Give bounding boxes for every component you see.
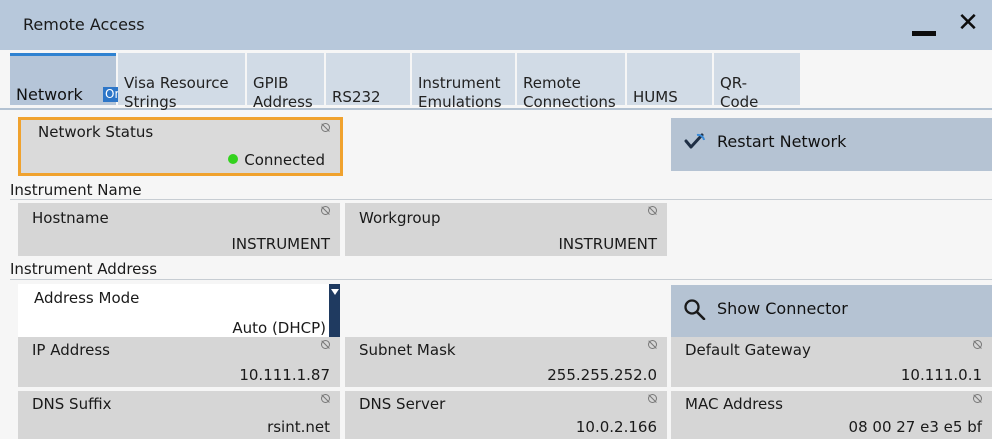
address-mode-label: Address Mode [34,289,140,307]
workgroup-field[interactable]: Workgroup INSTRUMENT [345,203,667,256]
show-connector-button[interactable]: Show Connector [671,285,992,338]
tab-label: Instrument Emulations [418,74,502,111]
lock-icon [321,394,330,403]
restart-check-icon [684,133,705,149]
close-icon: ✕ [957,8,979,38]
lock-icon [648,206,657,215]
instrument-address-heading: Instrument Address [10,260,158,278]
section-divider [10,279,992,280]
restart-network-button[interactable]: Restart Network [671,118,992,171]
network-status-value: Connected [228,151,325,169]
default-gateway-label: Default Gateway [685,341,811,359]
tab-label: QR- Code [720,74,759,111]
tab-label: Visa Resource Strings [124,74,229,111]
connected-indicator-icon [228,154,239,164]
tab-label: RS232 [332,88,381,106]
lock-icon [321,206,330,215]
tab-remote-connections[interactable]: Remote Connections [517,53,625,111]
tab-label: HUMS [633,88,678,106]
default-gateway-field[interactable]: Default Gateway 10.111.0.1 [671,337,992,387]
address-mode-select[interactable]: Address Mode Auto (DHCP) [18,284,340,339]
dns-server-value: 10.0.2.166 [575,418,657,436]
lock-icon [648,394,657,403]
dropdown-arrow-icon[interactable] [329,284,340,339]
subnet-mask-label: Subnet Mask [359,341,456,359]
tab-network[interactable]: Network On [10,53,125,105]
tab-hums[interactable]: HUMS [627,53,712,106]
dialog-title: Remote Access [23,15,145,34]
lock-icon [321,123,330,132]
lock-icon [973,340,982,349]
default-gateway-value: 10.111.0.1 [900,366,982,384]
title-bar: Remote Access ✕ [0,0,992,50]
tab-qr-code[interactable]: QR- Code [714,53,800,111]
dns-server-label: DNS Server [359,395,446,413]
close-button[interactable]: ✕ [952,6,984,40]
show-connector-label: Show Connector [717,299,848,318]
lock-icon [321,340,330,349]
subnet-mask-field[interactable]: Subnet Mask 255.255.252.0 [345,337,667,387]
tab-label: Network [16,85,83,104]
hostname-field[interactable]: Hostname INSTRUMENT [18,203,340,256]
tab-gpib-address[interactable]: GPIB Address [247,53,324,111]
connection-state: Connected [244,151,325,169]
tab-instrument-emulations[interactable]: Instrument Emulations [412,53,515,111]
tab-label: Remote Connections [523,74,616,111]
ip-address-field[interactable]: IP Address 10.111.1.87 [18,337,340,387]
address-mode-value: Auto (DHCP) [232,319,326,337]
tab-rs232[interactable]: RS232 [326,53,410,106]
subnet-mask-value: 255.255.252.0 [547,366,657,384]
tab-label: GPIB Address [253,74,313,111]
dns-suffix-value: rsint.net [267,418,330,436]
mac-address-value: 08 00 27 e3 e5 bf [848,418,982,436]
ip-address-label: IP Address [32,341,110,359]
network-status-label: Network Status [38,123,154,141]
section-divider [10,199,992,200]
remote-access-dialog: Remote Access ✕ Network On Visa Resource… [0,0,992,439]
mac-address-field[interactable]: MAC Address 08 00 27 e3 e5 bf [671,391,992,439]
search-icon [684,299,706,320]
dns-suffix-label: DNS Suffix [32,395,112,413]
restart-network-label: Restart Network [717,132,847,151]
dns-suffix-field[interactable]: DNS Suffix rsint.net [18,391,340,439]
hostname-label: Hostname [32,209,109,227]
dns-server-field[interactable]: DNS Server 10.0.2.166 [345,391,667,439]
instrument-name-heading: Instrument Name [10,181,142,199]
ip-address-value: 10.111.1.87 [239,366,330,384]
tab-visa-resource-strings[interactable]: Visa Resource Strings [118,53,245,111]
mac-address-label: MAC Address [685,395,783,413]
hostname-value: INSTRUMENT [231,235,330,253]
network-status-field[interactable]: Network Status Connected [18,117,343,176]
lock-icon [973,394,982,403]
lock-icon [648,340,657,349]
tab-bar: Network On Visa Resource Strings GPIB Ad… [0,50,992,111]
workgroup-label: Workgroup [359,209,441,227]
minimize-button[interactable] [906,8,942,42]
workgroup-value: INSTRUMENT [558,235,657,253]
